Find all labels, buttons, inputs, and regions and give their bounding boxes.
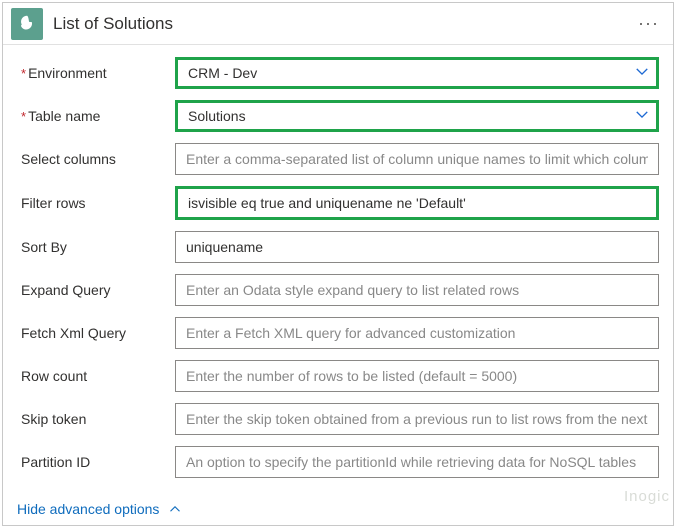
card-title: List of Solutions	[53, 14, 636, 34]
card-header: List of Solutions ···	[3, 3, 673, 45]
label-select-columns: Select columns	[17, 151, 175, 167]
field-row-count: Row count	[17, 360, 659, 392]
field-partition-id: Partition ID	[17, 446, 659, 478]
label-sort-by: Sort By	[17, 239, 175, 255]
row-count-input[interactable]	[175, 360, 659, 392]
action-card: List of Solutions ··· *Environment CRM -…	[2, 2, 674, 526]
filter-rows-input[interactable]	[175, 186, 659, 220]
table-name-dropdown[interactable]: Solutions	[175, 100, 659, 132]
label-fetch-xml: Fetch Xml Query	[17, 325, 175, 341]
field-filter-rows: Filter rows	[17, 186, 659, 220]
more-icon[interactable]: ···	[636, 9, 661, 38]
label-partition-id: Partition ID	[17, 454, 175, 470]
label-skip-token: Skip token	[17, 411, 175, 427]
field-select-columns: Select columns	[17, 143, 659, 175]
label-expand-query: Expand Query	[17, 282, 175, 298]
select-columns-input[interactable]	[175, 143, 659, 175]
label-table-name: *Table name	[17, 108, 175, 124]
fetch-xml-input[interactable]	[175, 317, 659, 349]
skip-token-input[interactable]	[175, 403, 659, 435]
field-sort-by: Sort By	[17, 231, 659, 263]
sort-by-input[interactable]	[175, 231, 659, 263]
expand-query-input[interactable]	[175, 274, 659, 306]
field-table-name: *Table name Solutions	[17, 100, 659, 132]
field-skip-token: Skip token	[17, 403, 659, 435]
field-environment: *Environment CRM - Dev	[17, 57, 659, 89]
partition-id-input[interactable]	[175, 446, 659, 478]
field-expand-query: Expand Query	[17, 274, 659, 306]
toggle-advanced-options[interactable]: Hide advanced options	[3, 493, 673, 525]
dataverse-icon	[11, 8, 43, 40]
label-filter-rows: Filter rows	[17, 195, 175, 211]
watermark: Inogic	[624, 488, 670, 505]
card-body: *Environment CRM - Dev *Table name Solut…	[3, 45, 673, 493]
field-fetch-xml: Fetch Xml Query	[17, 317, 659, 349]
label-row-count: Row count	[17, 368, 175, 384]
environment-dropdown[interactable]: CRM - Dev	[175, 57, 659, 89]
label-environment: *Environment	[17, 65, 175, 81]
